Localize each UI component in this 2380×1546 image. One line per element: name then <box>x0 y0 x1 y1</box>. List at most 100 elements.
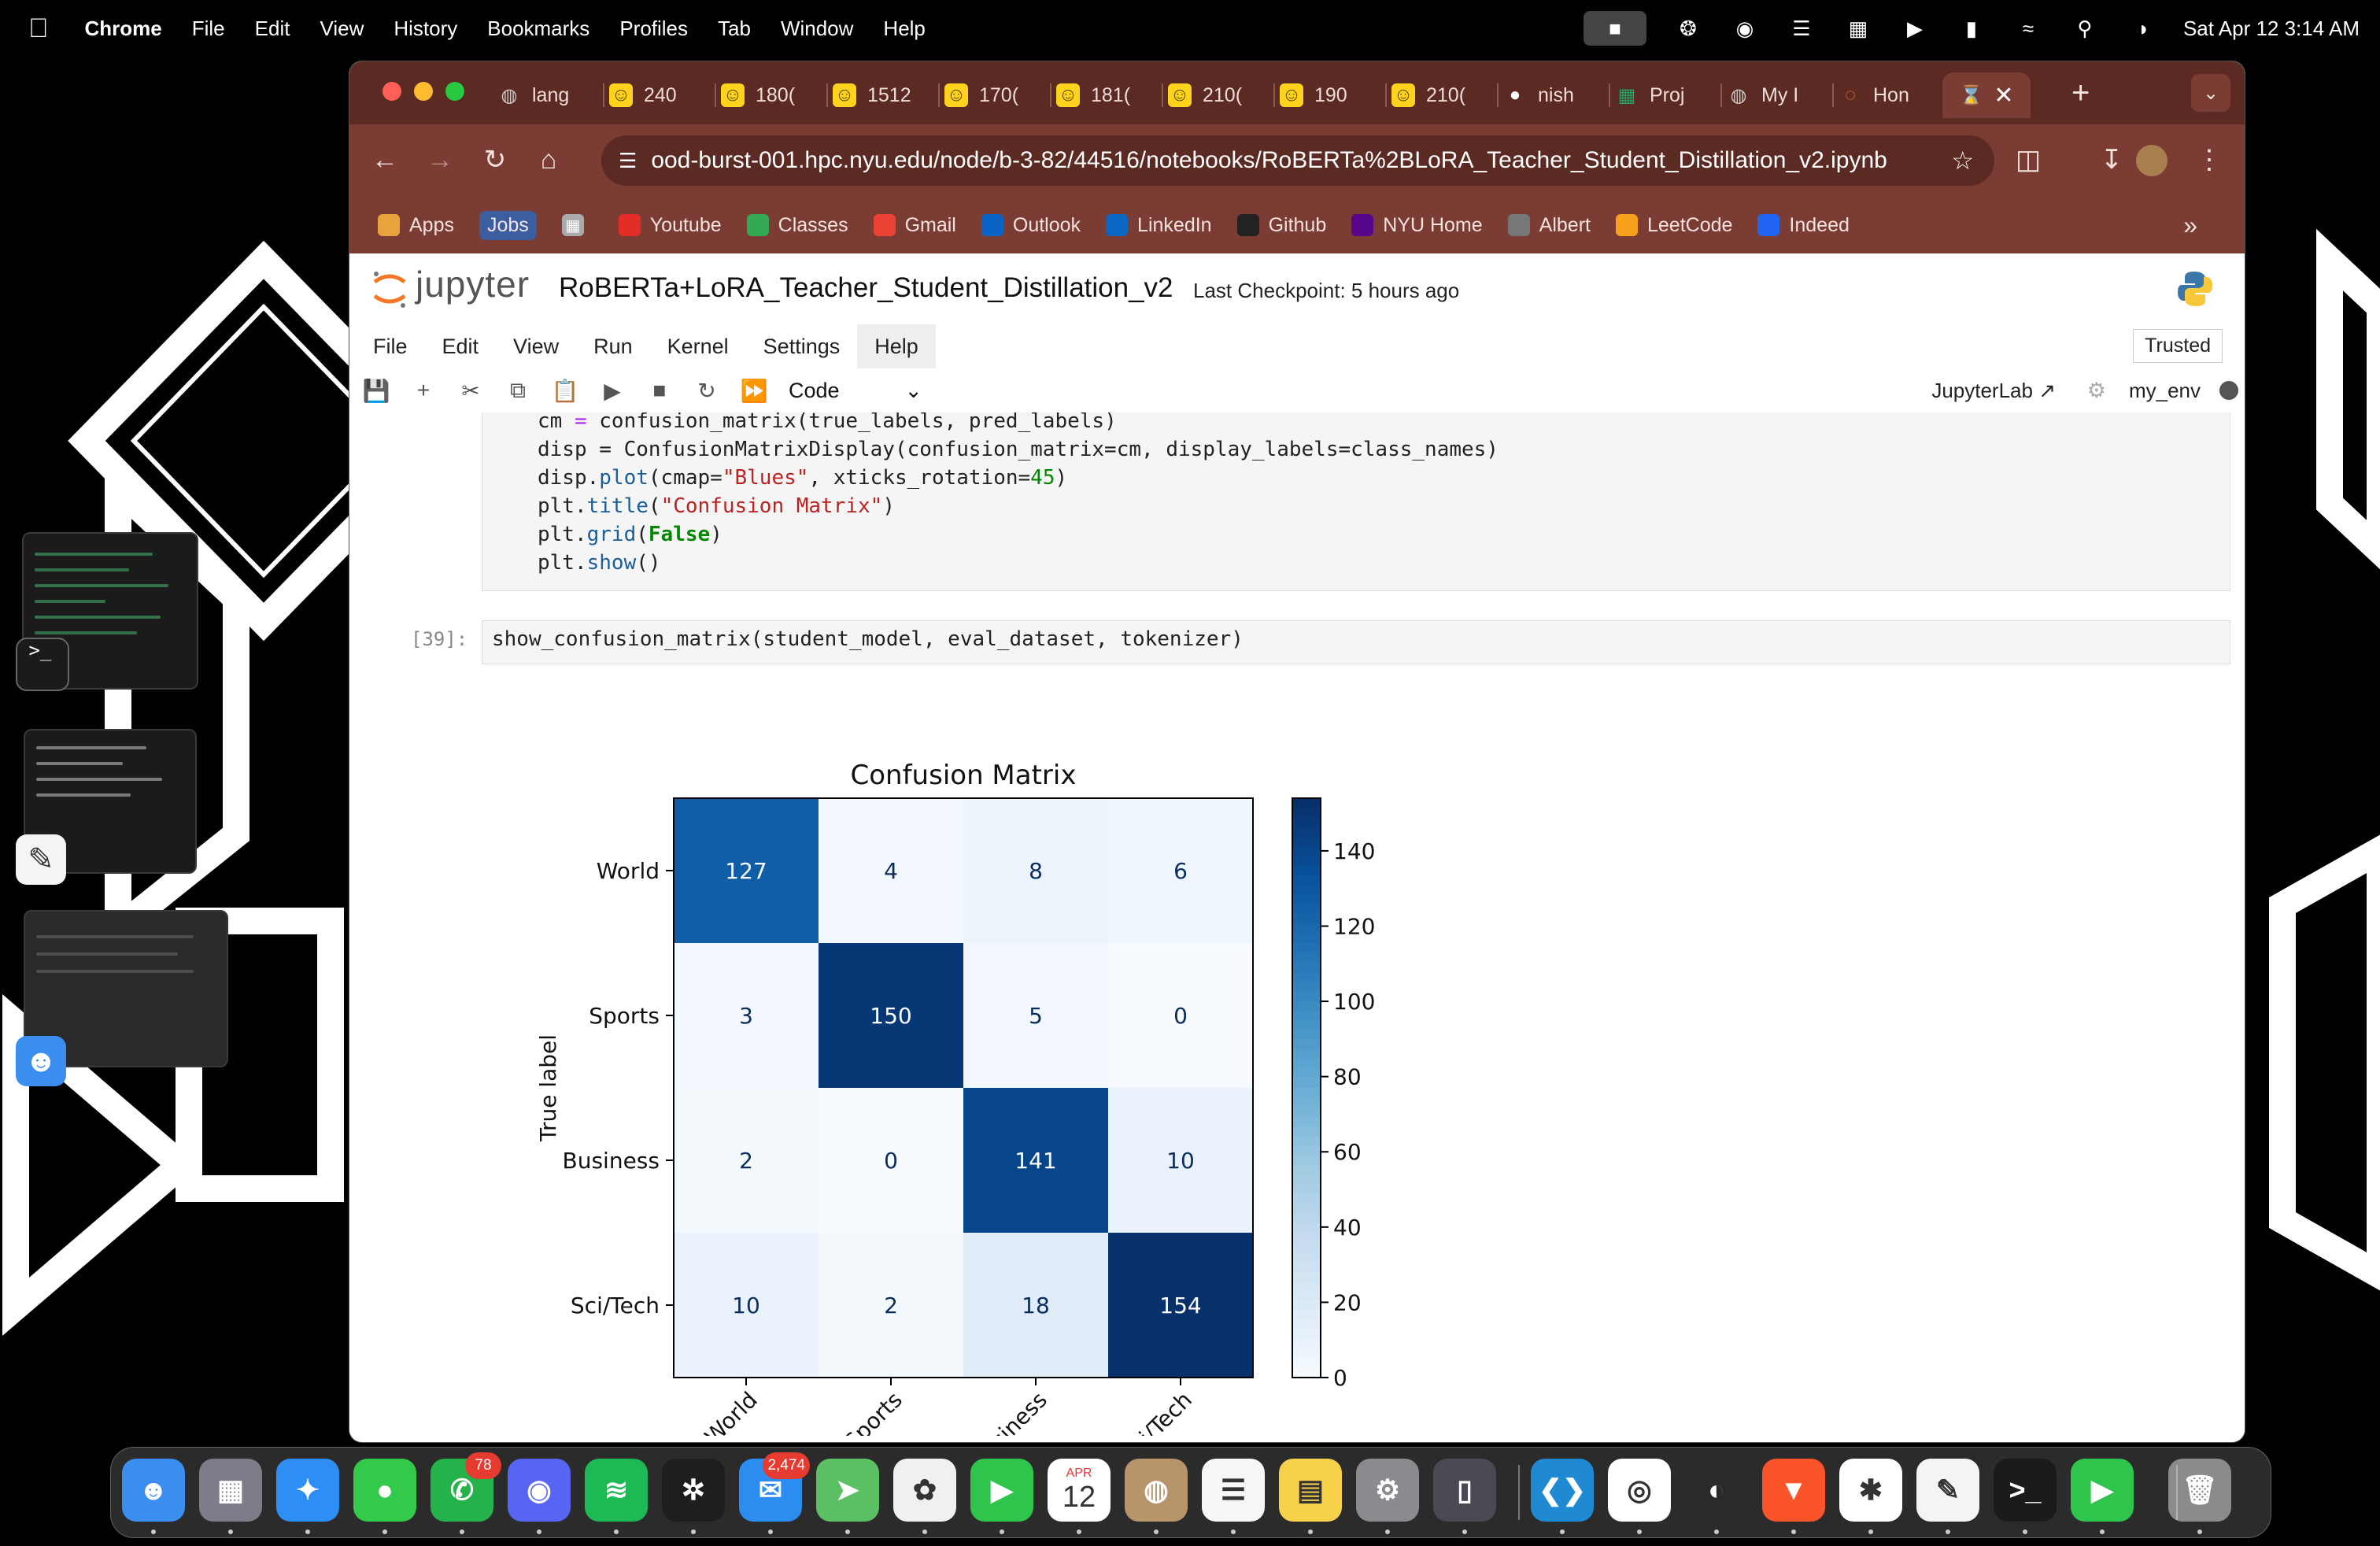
launchpad-icon[interactable]: ▦ <box>199 1459 262 1522</box>
menubar-window[interactable]: Window <box>781 17 853 41</box>
extensions-icon[interactable]: ◫ <box>2010 142 2046 178</box>
menubar-bookmarks[interactable]: Bookmarks <box>487 17 589 41</box>
tab-6[interactable]: ☺ 210( <box>1168 72 1266 118</box>
profile-avatar[interactable] <box>2136 145 2168 176</box>
tab-9[interactable]: ● nish <box>1503 72 1601 118</box>
jupyter-logo-text[interactable]: jupyter <box>416 263 530 305</box>
jmenu-view[interactable]: View <box>496 324 576 368</box>
menubar-app-chrome[interactable]: Chrome <box>85 17 162 41</box>
cut-icon[interactable]: ✂ <box>447 368 494 412</box>
bookmark-7[interactable]: LinkedIn <box>1106 214 1212 237</box>
trash-icon[interactable]: 🗑 <box>2168 1459 2231 1522</box>
cell-type-select[interactable]: Code ⌄ <box>789 379 922 403</box>
facetime-icon[interactable]: ▶ <box>970 1459 1033 1522</box>
bookmark-12[interactable]: Indeed <box>1757 214 1850 237</box>
menubar-edit[interactable]: Edit <box>255 17 290 41</box>
bookmark-0[interactable]: Apps <box>378 214 454 237</box>
finder-app-icon[interactable]: ☻ <box>16 1036 66 1086</box>
copy-icon[interactable]: ⧉ <box>494 368 541 412</box>
bookmark-3[interactable]: Youtube <box>618 214 722 237</box>
textedit-icon[interactable]: ✎ <box>1916 1459 1979 1522</box>
interrupt-icon[interactable]: ■ <box>636 368 683 412</box>
menubar-clock[interactable]: Sat Apr 12 3:14 AM <box>2183 17 2360 41</box>
chrome-menu-icon[interactable]: ⋮ <box>2191 142 2227 178</box>
menubar-file[interactable]: File <box>192 17 225 41</box>
back-button[interactable]: ← <box>367 142 403 178</box>
iphone-mirroring-icon[interactable]: ▯ <box>1433 1459 1496 1522</box>
network-blocked-icon[interactable]: ◉ <box>1730 17 1760 40</box>
tab-search-button[interactable]: ⌄ <box>2191 74 2230 112</box>
bookmark-2[interactable]: ▦ <box>561 214 593 236</box>
menubar-tab[interactable]: Tab <box>718 17 751 41</box>
bookmark-6[interactable]: Outlook <box>981 214 1081 237</box>
screen-recording-icon[interactable]: ■ <box>1583 11 1646 46</box>
tab-3[interactable]: ☺ 1512 <box>833 72 930 118</box>
apple-icon[interactable]:  <box>28 13 49 44</box>
minimize-window-button[interactable] <box>414 82 433 101</box>
chatgpt-icon[interactable]: ✲ <box>662 1459 725 1522</box>
terminal-icon[interactable]: >_ <box>1994 1459 2057 1522</box>
url-field[interactable]: ☰ ood-burst-001.hpc.nyu.edu/node/b-3-82/… <box>601 135 1994 186</box>
tab-5[interactable]: ☺ 181( <box>1056 72 1154 118</box>
home-button[interactable]: ⌂ <box>530 142 567 178</box>
bookmark-8[interactable]: Github <box>1236 214 1326 237</box>
stack-icon[interactable]: ☰ <box>1787 17 1816 40</box>
bookmark-star-icon[interactable]: ☆ <box>1951 146 1974 176</box>
notes-icon[interactable]: ▤ <box>1279 1459 1342 1522</box>
safari-icon[interactable]: ✦ <box>276 1459 339 1522</box>
jmenu-file[interactable]: File <box>349 324 425 368</box>
settings-icon[interactable]: ⚙ <box>1356 1459 1419 1522</box>
calendar-icon[interactable]: APR 12 <box>1048 1459 1111 1522</box>
facetime-2-icon[interactable]: ▶ <box>2071 1459 2134 1522</box>
jmenu-kernel[interactable]: Kernel <box>650 324 746 368</box>
tab-4[interactable]: ☺ 170( <box>944 72 1042 118</box>
menubar-help[interactable]: Help <box>883 17 925 41</box>
discord-icon[interactable]: ◉ <box>508 1459 571 1522</box>
bookmark-10[interactable]: Albert <box>1507 214 1591 237</box>
spotlight-search-icon[interactable]: ⚲ <box>2070 17 2100 40</box>
tab-11[interactable]: ◍ My I <box>1727 72 1824 118</box>
close-tab-icon[interactable]: ✕ <box>1994 82 2013 109</box>
chrome-icon[interactable]: ◎ <box>1608 1459 1671 1522</box>
tab-2[interactable]: ☺ 180( <box>721 72 819 118</box>
vscode-icon[interactable]: ❮❯ <box>1531 1459 1594 1522</box>
finder-icon[interactable]: ☻ <box>122 1459 185 1522</box>
code-cell-current[interactable]: show_confusion_matrix(student_model, eva… <box>482 620 2230 664</box>
jmenu-help[interactable]: Help <box>857 324 936 368</box>
bookmark-4[interactable]: Classes <box>746 214 848 237</box>
trusted-indicator[interactable]: Trusted <box>2133 329 2223 363</box>
mail-icon[interactable]: ✉ 2,474 <box>739 1452 810 1522</box>
reminders-icon[interactable]: ☰ <box>1202 1459 1265 1522</box>
slack-icon[interactable]: ✱ <box>1839 1459 1902 1522</box>
textedit-app-icon[interactable]: ✎ <box>16 834 66 885</box>
paste-icon[interactable]: 📋 <box>541 368 589 412</box>
bookmark-5[interactable]: Gmail <box>873 214 956 237</box>
tab-1[interactable]: ☺ 240 <box>609 72 707 118</box>
battery-icon[interactable]: ▮ <box>1957 17 1986 40</box>
bookmark-9[interactable]: NYU Home <box>1351 214 1483 237</box>
maps-icon[interactable]: ➤ <box>816 1459 879 1522</box>
tab-10[interactable]: ▦ Proj <box>1615 72 1713 118</box>
jmenu-edit[interactable]: Edit <box>425 324 497 368</box>
control-center-icon[interactable]: ◑ <box>2127 17 2156 40</box>
tab-12[interactable]: ◌ Hon <box>1839 72 1936 118</box>
jupyter-logo-icon[interactable] <box>370 268 409 310</box>
contacts-icon[interactable]: ◍ <box>1125 1459 1188 1522</box>
url-text[interactable]: ood-burst-001.hpc.nyu.edu/node/b-3-82/44… <box>651 147 1887 174</box>
zoom-window-button[interactable] <box>445 82 464 101</box>
save-icon[interactable]: 💾 <box>353 368 400 412</box>
cell-code[interactable]: show_confusion_matrix(student_model, eva… <box>492 627 1244 651</box>
more-bookmarks-button[interactable]: » <box>2183 211 2197 240</box>
whatsapp-icon[interactable]: ✆ 78 <box>431 1452 501 1522</box>
menubar-profiles[interactable]: Profiles <box>619 17 688 41</box>
downloads-icon[interactable]: ↧ <box>2094 142 2130 178</box>
notebook-title[interactable]: RoBERTa+LoRA_Teacher_Student_Distillatio… <box>559 272 1173 304</box>
spotify-icon[interactable]: ≋ <box>585 1459 648 1522</box>
code-cell-previous[interactable]: cm = confusion_matrix(true_labels, pred_… <box>482 412 2230 591</box>
wifi-icon[interactable]: ≈ <box>2013 17 2043 40</box>
chatgpt-menu-icon[interactable]: ❂ <box>1673 17 1703 40</box>
run-icon[interactable]: ▶ <box>589 368 636 412</box>
menubar-view[interactable]: View <box>320 17 364 41</box>
notebook-content[interactable]: cm = confusion_matrix(true_labels, pred_… <box>349 412 2245 1442</box>
site-info-icon[interactable]: ☰ <box>619 149 637 173</box>
